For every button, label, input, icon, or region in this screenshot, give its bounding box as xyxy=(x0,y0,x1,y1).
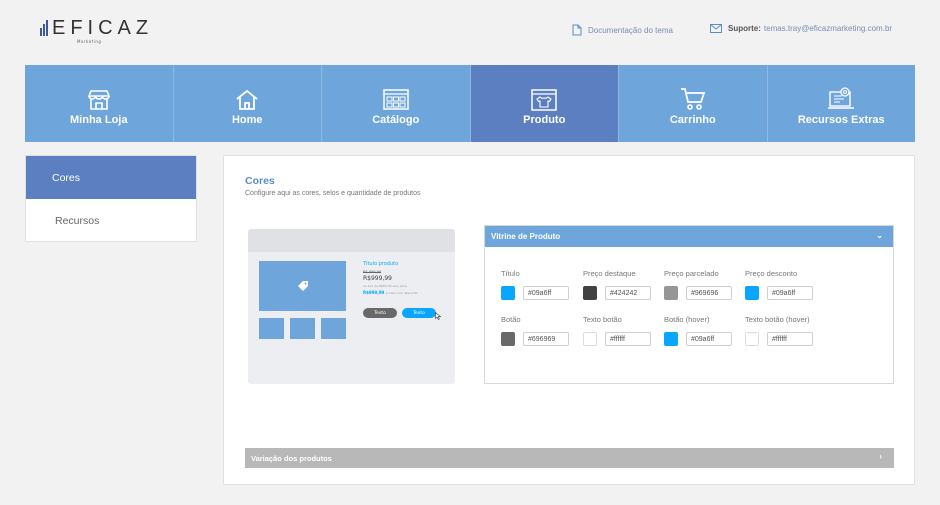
nav-item-carrinho[interactable]: Carrinho xyxy=(619,65,768,142)
hex-input[interactable]: #969696 xyxy=(686,286,732,300)
product-preview: Título produto R$ 999,99 R$999,99 ou 12x… xyxy=(248,229,455,384)
preview-discount-price: R$999,99 xyxy=(363,290,385,295)
hex-input[interactable]: #09a6ff xyxy=(523,286,569,300)
field-label: Botão (hover) xyxy=(664,315,710,324)
cursor-icon xyxy=(435,312,441,320)
preview-thumbnail xyxy=(321,318,346,339)
store-icon xyxy=(87,90,110,110)
field-label: Preço desconto xyxy=(745,269,798,278)
preview-header-bar xyxy=(248,229,455,252)
extras-icon xyxy=(828,87,855,109)
cart-icon xyxy=(680,88,705,110)
color-field-botao-hover: Botão (hover) #09a6ff xyxy=(664,315,744,346)
documentation-label: Documentação do tema xyxy=(588,25,673,35)
color-swatch[interactable] xyxy=(583,286,597,300)
color-field-titulo: Título #09a6ff xyxy=(501,269,581,300)
sidebar-item-cores[interactable]: Cores xyxy=(26,156,196,199)
color-swatch[interactable] xyxy=(501,286,515,300)
documentation-link[interactable]: Documentação do tema xyxy=(572,24,673,36)
preview-installments: ou 12x de R$83,33 sem juros xyxy=(363,284,408,288)
hex-input[interactable]: #696969 xyxy=(523,332,569,346)
color-field-preco-desconto: Preço desconto #09a6ff xyxy=(745,269,825,300)
preview-thumbnail xyxy=(290,318,315,339)
color-swatch[interactable] xyxy=(664,332,678,346)
nav-item-home[interactable]: Home xyxy=(174,65,322,142)
hex-input[interactable]: #ffffff xyxy=(767,332,813,346)
page-title: Cores xyxy=(245,175,275,187)
field-label: Botão xyxy=(501,315,521,324)
page-subtitle: Configure aqui as cores, selos e quantid… xyxy=(245,190,421,197)
nav-item-minha-loja[interactable]: Minha Loja xyxy=(25,65,174,142)
nav-item-recursos-extras[interactable]: Recursos Extras xyxy=(768,65,916,142)
color-swatch[interactable] xyxy=(664,286,678,300)
nav-label: Minha Loja xyxy=(70,114,128,126)
sidebar: Cores Recursos xyxy=(25,155,197,242)
preview-price: R$999,99 xyxy=(363,275,392,282)
tag-icon xyxy=(297,281,308,291)
nav-item-produto[interactable]: Produto xyxy=(470,65,619,142)
hex-input[interactable]: #ffffff xyxy=(605,332,651,346)
color-swatch[interactable] xyxy=(745,332,759,346)
chevron-right-icon: › xyxy=(879,452,882,461)
field-label: Preço destaque xyxy=(583,269,636,278)
color-field-preco-parcelado: Preço parcelado #969696 xyxy=(664,269,744,300)
preview-discount: R$999,99 à vista com desconto xyxy=(363,290,418,295)
logo[interactable]: EFICAZ Marketing xyxy=(40,17,154,44)
support-email: temas.tray@eficazmarketing.com.br xyxy=(763,24,893,33)
nav-label: Catálogo xyxy=(372,114,420,126)
vitrine-header[interactable]: Vitrine de Produto ⌄ xyxy=(485,226,893,247)
preview-title: Título produto xyxy=(363,261,399,267)
hex-input[interactable]: #09a6ff xyxy=(686,332,732,346)
header: EFICAZ Marketing Documentação do tema Su… xyxy=(0,0,940,62)
logo-text: EFICAZ xyxy=(52,17,154,39)
preview-discount-note: à vista com desconto xyxy=(385,291,418,295)
main-nav: Minha Loja Home Catálogo Produto Carrinh… xyxy=(25,65,915,142)
catalog-icon xyxy=(383,89,409,110)
color-swatch[interactable] xyxy=(501,332,515,346)
preview-button: Texto xyxy=(363,308,397,318)
chevron-down-icon: ⌄ xyxy=(876,231,883,240)
color-field-botao: Botão #696969 xyxy=(501,315,581,346)
home-icon xyxy=(236,89,258,110)
nav-label: Produto xyxy=(523,114,566,126)
logo-bars-icon xyxy=(40,20,49,36)
sidebar-item-recursos[interactable]: Recursos xyxy=(26,199,196,242)
support-link[interactable]: Suporte: temas.tray@eficazmarketing.com.… xyxy=(710,24,892,33)
document-icon xyxy=(572,24,582,36)
support-label: Suporte: xyxy=(728,24,761,33)
color-swatch[interactable] xyxy=(745,286,759,300)
hex-input[interactable]: #09a6ff xyxy=(767,286,813,300)
nav-label: Home xyxy=(231,114,263,126)
preview-old-price: R$ 999,99 xyxy=(363,270,382,274)
variacao-section-header[interactable]: Variação dos produtos › xyxy=(245,448,894,468)
color-field-texto-botao: Texto botão #ffffff xyxy=(583,315,663,346)
color-field-preco-destaque: Preço destaque #424242 xyxy=(583,269,663,300)
preview-thumbnail xyxy=(259,318,284,339)
preview-button-hover: Texto xyxy=(402,308,436,318)
nav-item-catalogo[interactable]: Catálogo xyxy=(322,65,471,142)
field-label: Título xyxy=(501,269,520,278)
preview-product-image xyxy=(259,261,346,311)
vitrine-title: Vitrine de Produto xyxy=(491,232,561,241)
nav-label: Recursos Extras xyxy=(797,114,885,126)
hex-input[interactable]: #424242 xyxy=(605,286,651,300)
mail-icon xyxy=(710,24,722,33)
product-icon xyxy=(531,89,557,111)
content-panel: Cores Configure aqui as cores, selos e q… xyxy=(223,155,915,485)
logo-subtitle: Marketing xyxy=(77,39,102,44)
color-swatch[interactable] xyxy=(583,332,597,346)
field-label: Texto botão (hover) xyxy=(745,315,810,324)
color-field-texto-botao-hover: Texto botão (hover) #ffffff xyxy=(745,315,825,346)
field-label: Texto botão xyxy=(583,315,622,324)
nav-label: Carrinho xyxy=(669,114,716,126)
vitrine-section: Vitrine de Produto ⌄ Título #09a6ff Preç… xyxy=(484,225,894,384)
field-label: Preço parcelado xyxy=(664,269,719,278)
variacao-title: Variação dos produtos xyxy=(251,453,332,463)
